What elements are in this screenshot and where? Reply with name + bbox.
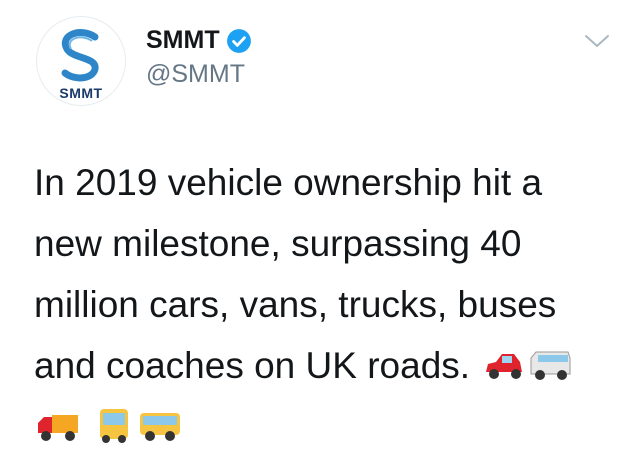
avatar-label: SMMT	[59, 85, 103, 101]
account-name-row: SMMT	[146, 26, 252, 55]
bus-icon	[100, 409, 129, 443]
red-car-icon	[486, 354, 523, 379]
avatar[interactable]: SMMT	[36, 16, 126, 106]
delivery-truck-icon	[38, 415, 78, 441]
tweet-text: In 2019 vehicle ownership hit a new mile…	[34, 152, 604, 457]
tweet-body: In 2019 vehicle ownership hit a new mile…	[34, 162, 557, 386]
account-handle[interactable]: @SMMT	[146, 60, 245, 89]
minibus-icon	[530, 351, 571, 380]
chevron-down-icon[interactable]	[582, 30, 612, 52]
verified-badge-icon	[226, 28, 251, 53]
display-name[interactable]: SMMT	[146, 26, 220, 55]
coach-bus-icon	[140, 413, 181, 441]
